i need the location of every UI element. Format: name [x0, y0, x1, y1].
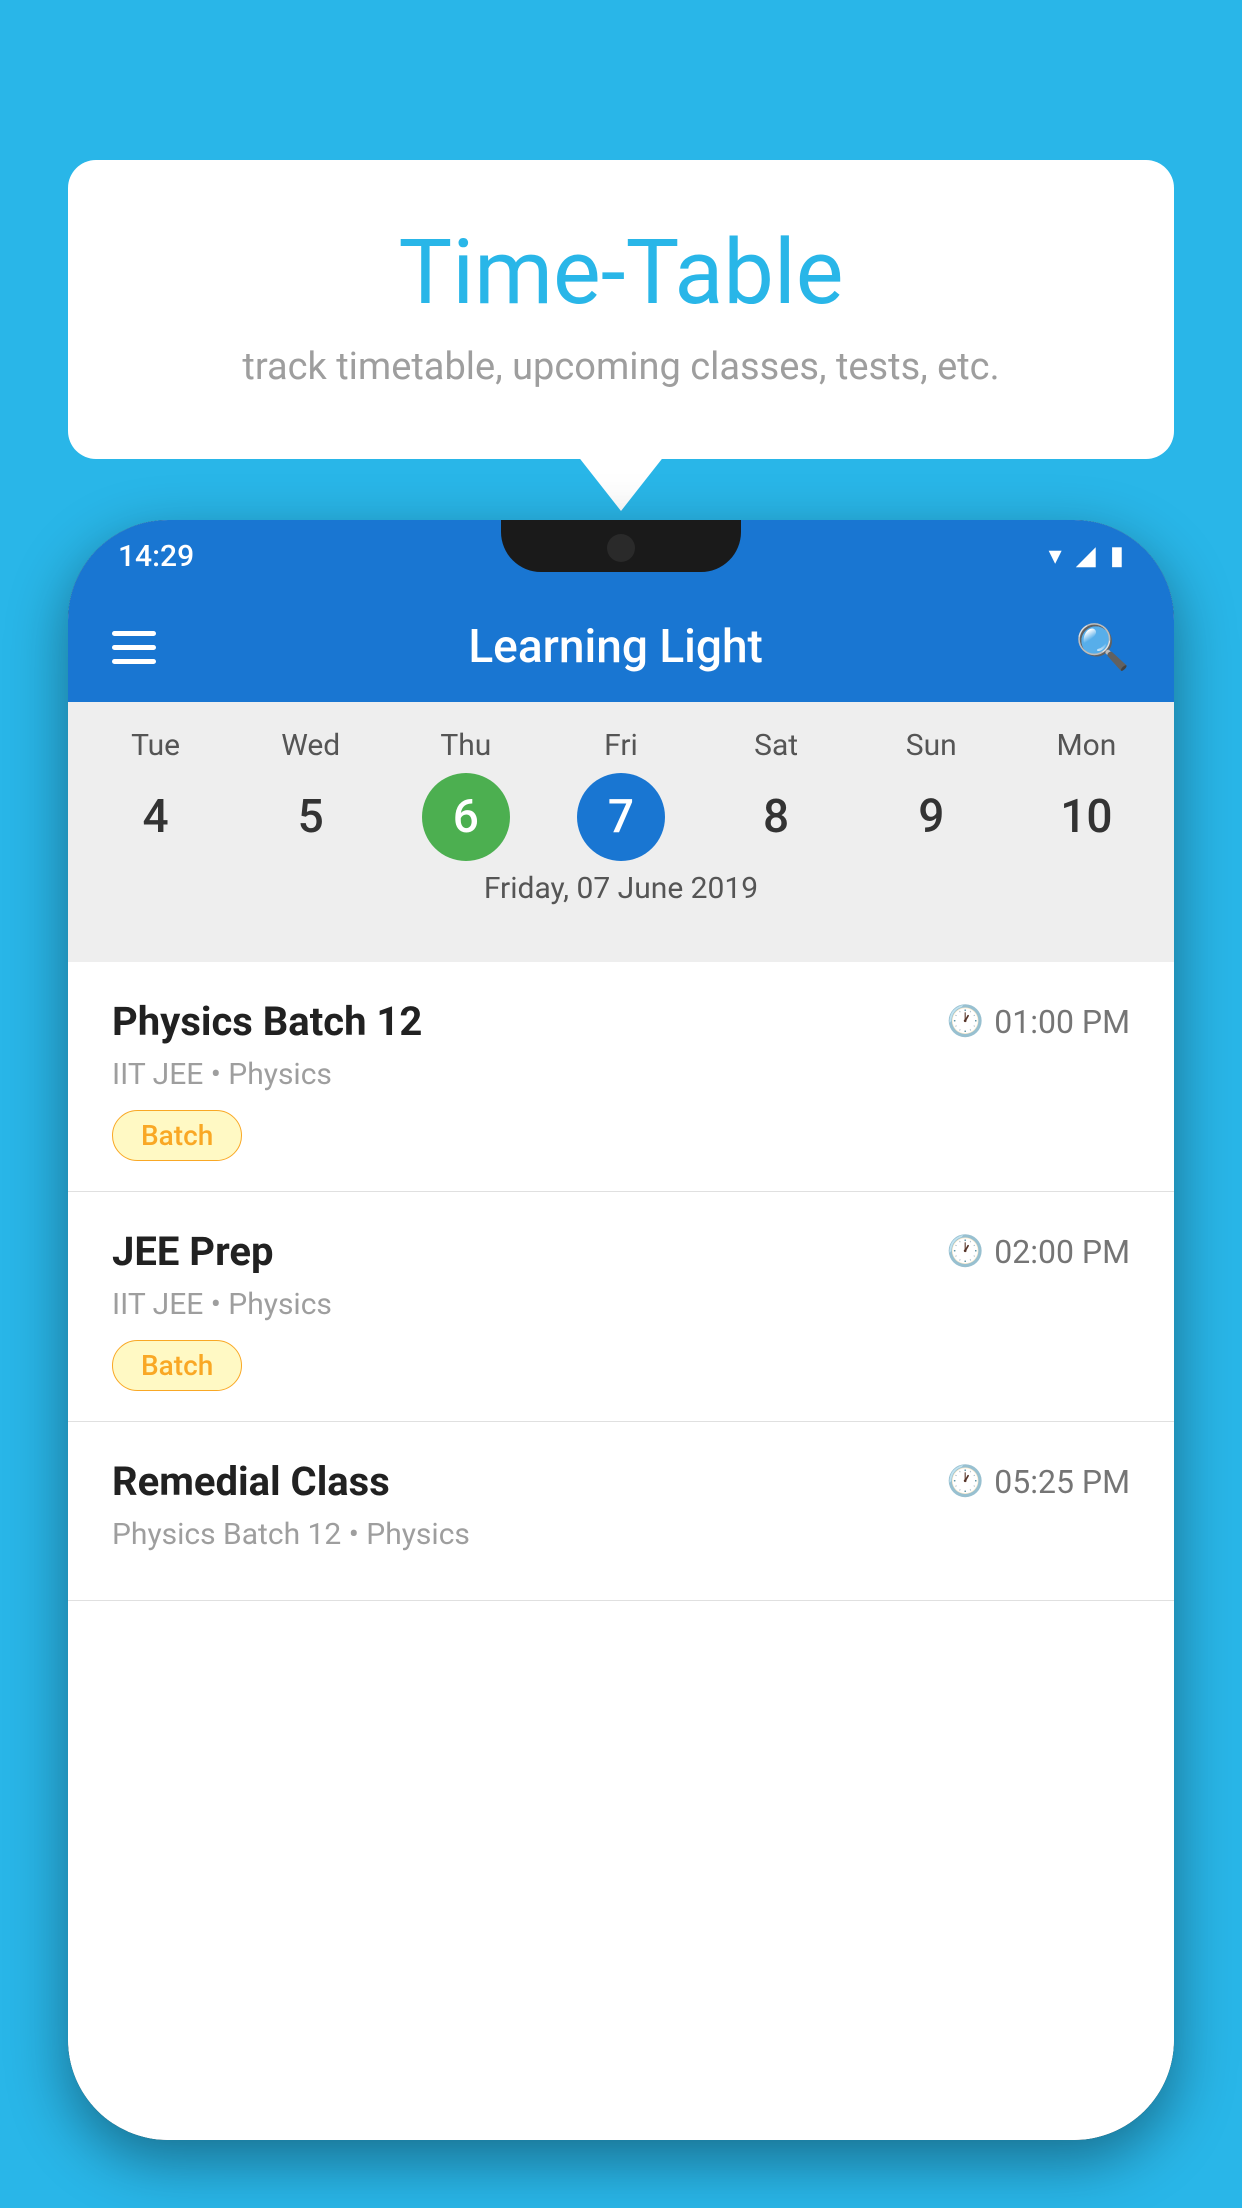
signal-icon: ◢ — [1076, 541, 1096, 571]
schedule-subtitle: IIT JEE • Physics — [112, 1057, 1130, 1092]
batch-badge: Batch — [112, 1110, 242, 1161]
calendar-day-col[interactable]: Mon 10 — [1016, 728, 1156, 861]
day-label: Sat — [754, 728, 798, 763]
day-label: Thu — [440, 728, 491, 763]
schedule-item-header: Remedial Class 🕐05:25 PM — [112, 1458, 1130, 1505]
schedule-list: Physics Batch 12 🕐01:00 PM IIT JEE • Physi… — [68, 962, 1174, 2140]
schedule-item-header: JEE Prep 🕐02:00 PM — [112, 1228, 1130, 1275]
tooltip-card: Time-Table track timetable, upcoming cla… — [68, 160, 1174, 459]
days-row: Tue 4 Wed 5 Thu 6 Fri 7 Sat 8 Sun 9 Mon 10 — [68, 702, 1174, 871]
tooltip-title: Time-Table — [148, 220, 1094, 325]
day-number[interactable]: 4 — [112, 773, 200, 861]
schedule-item-header: Physics Batch 12 🕐01:00 PM — [112, 998, 1130, 1045]
status-icons: ▾ ◢ ▮ — [1049, 541, 1124, 571]
schedule-time: 🕐05:25 PM — [947, 1463, 1130, 1501]
phone-notch — [501, 520, 741, 572]
phone-camera — [607, 534, 635, 562]
schedule-title: Remedial Class — [112, 1458, 390, 1505]
day-number[interactable]: 8 — [732, 773, 820, 861]
schedule-subtitle: IIT JEE • Physics — [112, 1287, 1130, 1322]
hamburger-menu-icon[interactable] — [112, 631, 156, 664]
day-number[interactable]: 9 — [887, 773, 975, 861]
calendar-day-col[interactable]: Sun 9 — [861, 728, 1001, 861]
schedule-subtitle: Physics Batch 12 • Physics — [112, 1517, 1130, 1552]
calendar-day-col[interactable]: Sat 8 — [706, 728, 846, 861]
schedule-time: 🕐01:00 PM — [947, 1003, 1130, 1041]
app-bar: Learning Light 🔍 — [68, 592, 1174, 702]
calendar-day-col[interactable]: Thu 6 — [396, 728, 536, 861]
status-time: 14:29 — [118, 539, 194, 574]
day-number[interactable]: 6 — [422, 773, 510, 861]
schedule-title: Physics Batch 12 — [112, 998, 422, 1045]
phone-screen: 14:29 ▾ ◢ ▮ Learning Light 🔍 Tue 4 Wed 5 Thu — [68, 520, 1174, 2140]
day-label: Fri — [604, 728, 638, 763]
schedule-item[interactable]: Physics Batch 12 🕐01:00 PM IIT JEE • Physi… — [68, 962, 1174, 1192]
batch-badge: Batch — [112, 1340, 242, 1391]
wifi-icon: ▾ — [1049, 541, 1062, 571]
schedule-time: 🕐02:00 PM — [947, 1233, 1130, 1271]
schedule-title: JEE Prep — [112, 1228, 273, 1275]
selected-date-label: Friday, 07 June 2019 — [68, 871, 1174, 920]
calendar-day-col[interactable]: Fri 7 — [551, 728, 691, 861]
day-number[interactable]: 7 — [577, 773, 665, 861]
tooltip-subtitle: track timetable, upcoming classes, tests… — [148, 345, 1094, 389]
phone-frame: 14:29 ▾ ◢ ▮ Learning Light 🔍 Tue 4 Wed 5 Thu — [68, 520, 1174, 2140]
calendar-day-col[interactable]: Tue 4 — [86, 728, 226, 861]
search-icon[interactable]: 🔍 — [1075, 621, 1130, 673]
calendar-strip: Tue 4 Wed 5 Thu 6 Fri 7 Sat 8 Sun 9 Mon 10 Friday, 07… — [68, 702, 1174, 962]
app-title: Learning Light — [468, 620, 763, 674]
day-number[interactable]: 10 — [1042, 773, 1130, 861]
day-label: Mon — [1056, 728, 1116, 763]
day-label: Sun — [906, 728, 957, 763]
schedule-item[interactable]: Remedial Class 🕐05:25 PM Physics Batch 12 … — [68, 1422, 1174, 1601]
day-number[interactable]: 5 — [267, 773, 355, 861]
schedule-item[interactable]: JEE Prep 🕐02:00 PM IIT JEE • Physics Batch — [68, 1192, 1174, 1422]
battery-icon: ▮ — [1110, 541, 1124, 571]
calendar-day-col[interactable]: Wed 5 — [241, 728, 381, 861]
day-label: Tue — [131, 728, 180, 763]
day-label: Wed — [281, 728, 340, 763]
clock-icon: 🕐 — [947, 1004, 984, 1039]
clock-icon: 🕐 — [947, 1234, 984, 1269]
clock-icon: 🕐 — [947, 1464, 984, 1499]
